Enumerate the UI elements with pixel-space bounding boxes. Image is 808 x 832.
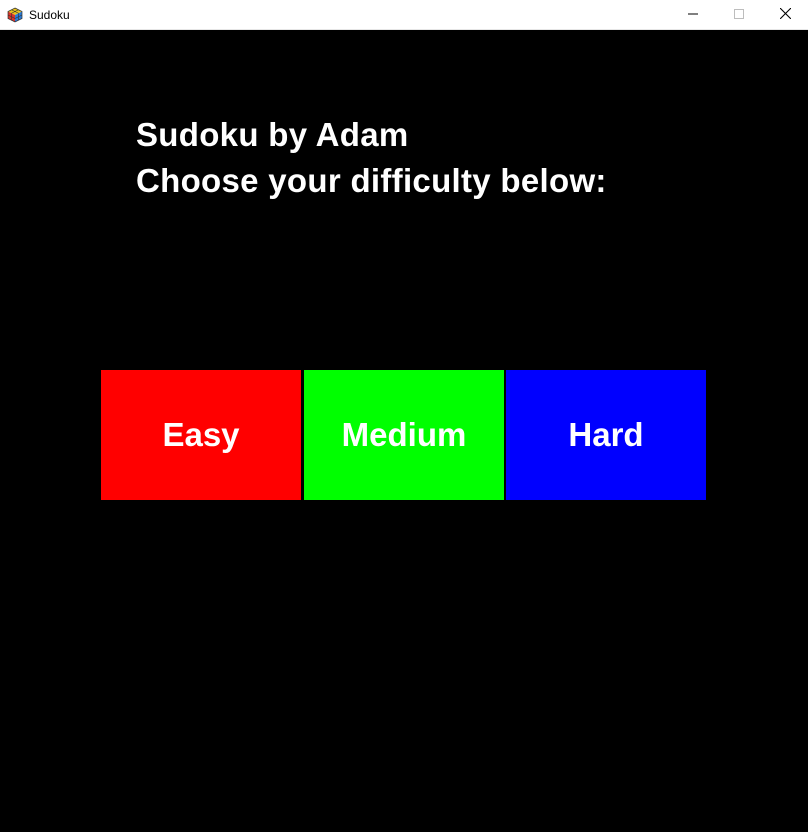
easy-button[interactable]: Easy [101, 370, 301, 500]
medium-button[interactable]: Medium [304, 370, 504, 500]
minimize-icon [688, 6, 698, 24]
easy-button-label: Easy [162, 416, 240, 453]
maximize-icon [734, 6, 744, 24]
minimize-button[interactable] [670, 0, 716, 29]
game-title: Sudoku by Adam [136, 116, 409, 153]
rubiks-cube-icon [7, 7, 23, 23]
window-title: Sudoku [29, 8, 70, 22]
hard-button-label: Hard [568, 416, 644, 453]
close-button[interactable] [762, 0, 808, 29]
hard-button[interactable]: Hard [506, 370, 706, 500]
close-icon [779, 6, 791, 24]
game-canvas: Sudoku by Adam Choose your difficulty be… [0, 30, 808, 832]
difficulty-prompt: Choose your difficulty below: [136, 162, 607, 199]
medium-button-label: Medium [341, 416, 467, 453]
window-titlebar: Sudoku [0, 0, 808, 30]
maximize-button[interactable] [716, 0, 762, 29]
